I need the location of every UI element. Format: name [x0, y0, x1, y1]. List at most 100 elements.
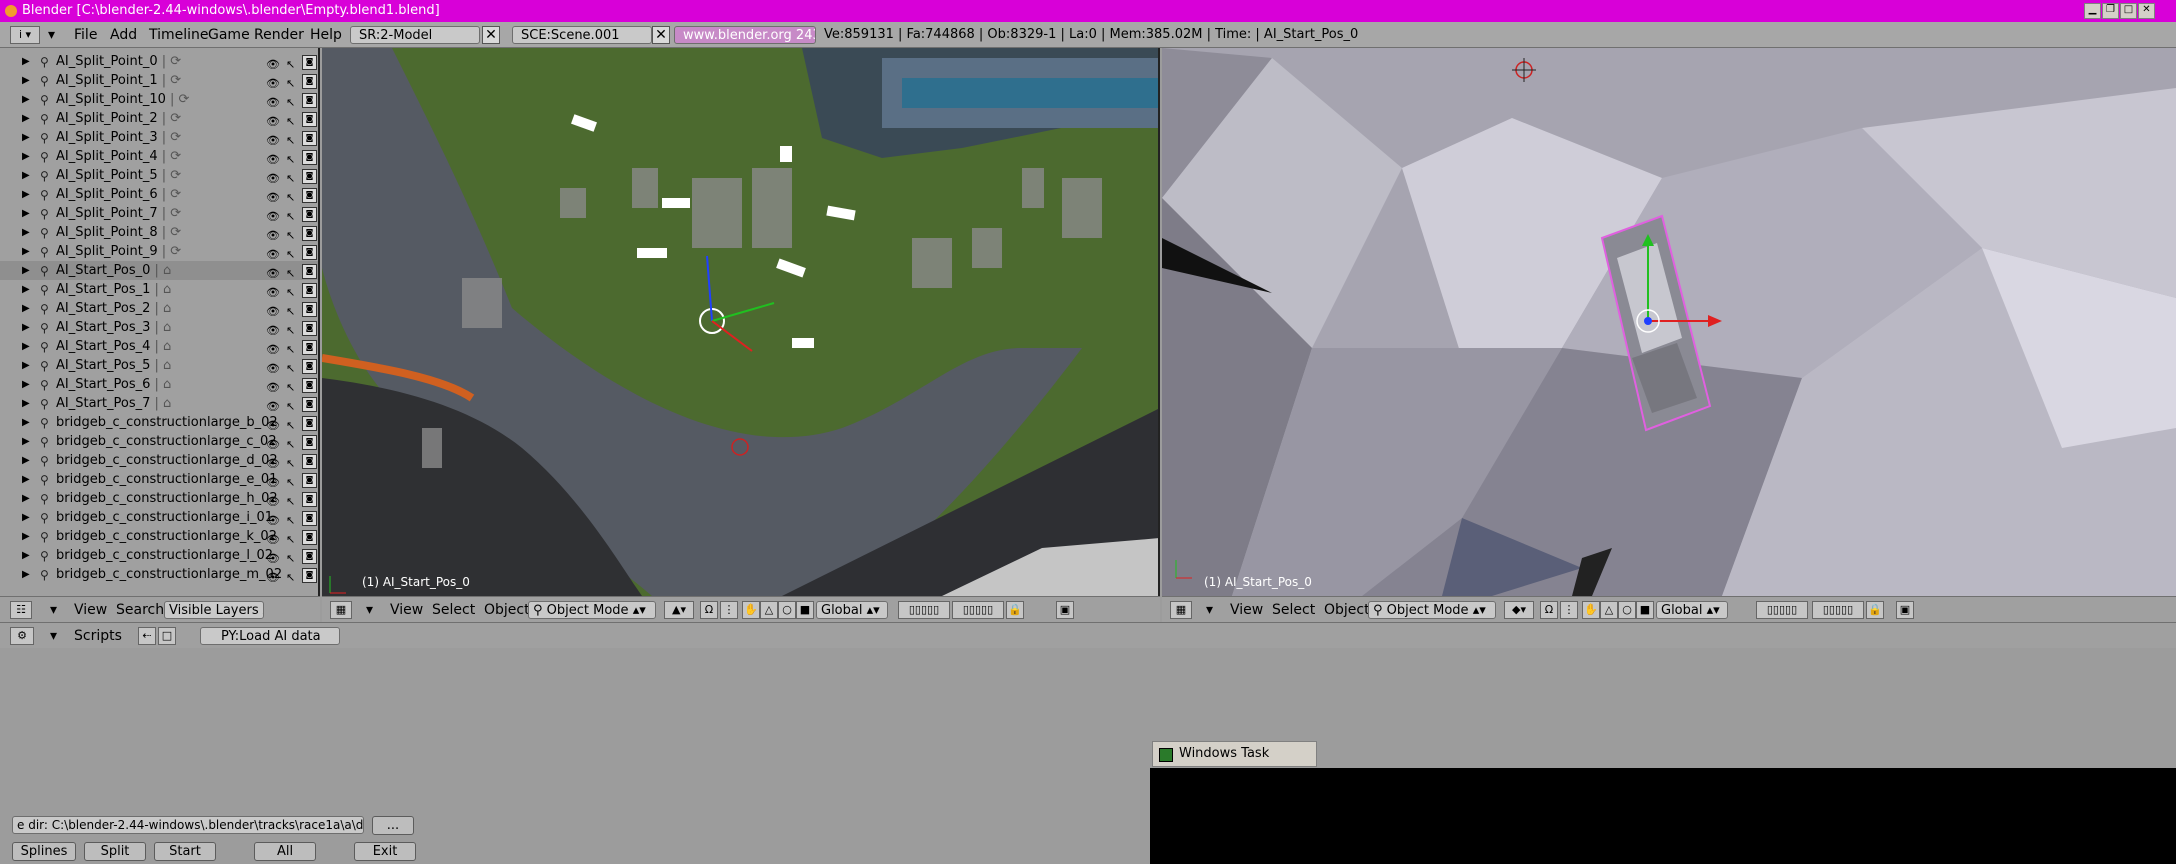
close-button[interactable]: ✕ [2138, 3, 2155, 19]
info-window-type-icon[interactable]: i ▾ [10, 26, 40, 44]
menu-collapse-icon[interactable]: ▾ [48, 26, 55, 44]
list-item[interactable]: ▶ ⚲ bridgeb_c_constructionlarge_i_01 👁 ↖ ◙ [0, 508, 318, 527]
list-item[interactable]: ▶ ⚲ AI_Split_Point_0 | ⟳ 👁 ↖ ◙ [0, 52, 318, 71]
expand-triangle-icon[interactable]: ▶ [22, 261, 30, 280]
restore-button[interactable]: ❐ [2102, 3, 2119, 19]
eye-icon[interactable]: 👁 [266, 568, 280, 587]
render-camera-icon[interactable]: ◙ [302, 492, 317, 507]
list-item[interactable]: ▶ ⚲ bridgeb_c_constructionlarge_h_02 👁 ↖ ◙ [0, 489, 318, 508]
render-camera-icon[interactable]: ◙ [302, 93, 317, 108]
render-camera-icon[interactable]: ◙ [302, 511, 317, 526]
select-menu[interactable]: Select [1272, 601, 1315, 619]
list-item[interactable]: ▶ ⚲ AI_Start_Pos_4 | ⌂ 👁 ↖ ◙ [0, 337, 318, 356]
render-camera-icon[interactable]: ◙ [302, 397, 317, 412]
list-item[interactable]: ▶ ⚲ AI_Split_Point_3 | ⟳ 👁 ↖ ◙ [0, 128, 318, 147]
scripts-type-icon[interactable]: ⚙ [10, 627, 34, 645]
list-item[interactable]: ▶ ⚲ bridgeb_c_constructionlarge_l_02 👁 ↖ ◙ [0, 546, 318, 565]
expand-triangle-icon[interactable]: ▶ [22, 508, 30, 527]
scale-manipulator-icon[interactable]: ○ [778, 601, 796, 619]
render-camera-icon[interactable]: ◙ [302, 169, 317, 184]
expand-triangle-icon[interactable]: ▶ [22, 242, 30, 261]
render-camera-icon[interactable]: ◙ [302, 302, 317, 317]
all-button[interactable]: All [254, 842, 316, 861]
render-camera-icon[interactable]: ◙ [302, 74, 317, 89]
blender-url-link[interactable]: www.blender.org 243 [674, 26, 816, 44]
render-preview-icon[interactable]: ▣ [1056, 601, 1074, 619]
expand-triangle-icon[interactable]: ▶ [22, 565, 30, 584]
grab-hand-icon[interactable]: ✋ [742, 601, 760, 619]
start-button[interactable]: Start [154, 842, 216, 861]
outliner-type-icon[interactable]: ☷ [10, 601, 32, 619]
render-camera-icon[interactable]: ◙ [302, 359, 317, 374]
mode-select[interactable]: ⚲ Object Mode ▴▾ [528, 601, 656, 619]
scene-selector[interactable]: SCE:Scene.001 [512, 26, 652, 44]
render-camera-icon[interactable]: ◙ [302, 454, 317, 469]
view-menu[interactable]: View [390, 601, 423, 619]
object-menu[interactable]: Object [484, 601, 530, 619]
lock-icon[interactable]: 🔒 [1866, 601, 1884, 619]
render-camera-icon[interactable]: ◙ [302, 226, 317, 241]
lock-icon[interactable]: 🔒 [1006, 601, 1024, 619]
list-item[interactable]: ▶ ⚲ AI_Start_Pos_0 | ⌂ 👁 ↖ ◙ [0, 261, 318, 280]
orientation-select[interactable]: Global ▴▾ [816, 601, 888, 619]
list-item[interactable]: ▶ ⚲ AI_Start_Pos_6 | ⌂ 👁 ↖ ◙ [0, 375, 318, 394]
layer-buttons-right[interactable]: ▯▯▯▯▯ [952, 601, 1004, 619]
expand-triangle-icon[interactable]: ▶ [22, 128, 30, 147]
render-camera-icon[interactable]: ◙ [302, 321, 317, 336]
script-back-icon[interactable]: ⇠ [138, 627, 156, 645]
expand-triangle-icon[interactable]: ▶ [22, 527, 30, 546]
pivot-icon[interactable]: Ω [700, 601, 718, 619]
outliner-view-menu[interactable]: View [74, 601, 107, 619]
expand-triangle-icon[interactable]: ▶ [22, 223, 30, 242]
orientation-select[interactable]: Global ▴▾ [1656, 601, 1728, 619]
render-camera-icon[interactable]: ◙ [302, 549, 317, 564]
list-item[interactable]: ▶ ⚲ bridgeb_c_constructionlarge_k_02 👁 ↖ ◙ [0, 527, 318, 546]
render-camera-icon[interactable]: ◙ [302, 112, 317, 127]
expand-triangle-icon[interactable]: ▶ [22, 52, 30, 71]
expand-triangle-icon[interactable]: ▶ [22, 280, 30, 299]
view-menu[interactable]: View [1230, 601, 1263, 619]
splines-button[interactable]: Splines [12, 842, 76, 861]
render-camera-icon[interactable]: ◙ [302, 188, 317, 203]
render-camera-icon[interactable]: ◙ [302, 378, 317, 393]
pivot-icon[interactable]: Ω [1540, 601, 1558, 619]
shading-icon[interactable]: ◆▾ [1504, 601, 1534, 619]
menu-file[interactable]: File [74, 26, 97, 44]
layer-buttons-left[interactable]: ▯▯▯▯▯ [1756, 601, 1808, 619]
snap-icon[interactable]: ⋮ [1560, 601, 1578, 619]
expand-triangle-icon[interactable]: ▶ [22, 299, 30, 318]
viewport-top-right[interactable]: (1) AI_Start_Pos_0 [1162, 48, 2176, 596]
expand-triangle-icon[interactable]: ▶ [22, 356, 30, 375]
view3d-type-icon[interactable]: ▦ [1170, 601, 1192, 619]
outliner-filter-select[interactable]: Visible Layers ▴▾ [164, 601, 264, 619]
render-camera-icon[interactable]: ◙ [302, 530, 317, 545]
rotate-manipulator-icon[interactable]: △ [1600, 601, 1618, 619]
list-item[interactable]: ▶ ⚲ AI_Split_Point_10 | ⟳ 👁 ↖ ◙ [0, 90, 318, 109]
expand-triangle-icon[interactable]: ▶ [22, 109, 30, 128]
menu-game[interactable]: Game [208, 26, 250, 44]
list-item[interactable]: ▶ ⚲ bridgeb_c_constructionlarge_c_02 👁 ↖ ◙ [0, 432, 318, 451]
outliner-collapse-icon[interactable]: ▾ [50, 601, 57, 619]
grab-hand-icon[interactable]: ✋ [1582, 601, 1600, 619]
viewport-top-left[interactable]: (1) AI_Start_Pos_0 [322, 48, 1160, 596]
expand-triangle-icon[interactable]: ▶ [22, 413, 30, 432]
render-camera-icon[interactable]: ◙ [302, 207, 317, 222]
rotate-manipulator-icon[interactable]: △ [760, 601, 778, 619]
list-item[interactable]: ▶ ⚲ AI_Split_Point_4 | ⟳ 👁 ↖ ◙ [0, 147, 318, 166]
outliner-search-menu[interactable]: Search [116, 601, 164, 619]
expand-triangle-icon[interactable]: ▶ [22, 432, 30, 451]
layer-buttons-right[interactable]: ▯▯▯▯▯ [1812, 601, 1864, 619]
render-camera-icon[interactable]: ◙ [302, 283, 317, 298]
list-item[interactable]: ▶ ⚲ bridgeb_c_constructionlarge_e_01 👁 ↖ ◙ [0, 470, 318, 489]
list-item[interactable]: ▶ ⚲ AI_Start_Pos_7 | ⌂ 👁 ↖ ◙ [0, 394, 318, 413]
list-item[interactable]: ▶ ⚲ bridgeb_c_constructionlarge_b_02 👁 ↖ ◙ [0, 413, 318, 432]
list-item[interactable]: ▶ ⚲ AI_Split_Point_9 | ⟳ 👁 ↖ ◙ [0, 242, 318, 261]
menu-timeline[interactable]: Timeline [149, 26, 209, 44]
cursor-select-icon[interactable]: ↖ [286, 568, 295, 587]
list-item[interactable]: ▶ ⚲ AI_Start_Pos_2 | ⌂ 👁 ↖ ◙ [0, 299, 318, 318]
render-camera-icon[interactable]: ◙ [302, 150, 317, 165]
expand-triangle-icon[interactable]: ▶ [22, 546, 30, 565]
mode-select[interactable]: ⚲ Object Mode ▴▾ [1368, 601, 1496, 619]
menu-add[interactable]: Add [110, 26, 137, 44]
view3d-type-icon[interactable]: ▦ [330, 601, 352, 619]
